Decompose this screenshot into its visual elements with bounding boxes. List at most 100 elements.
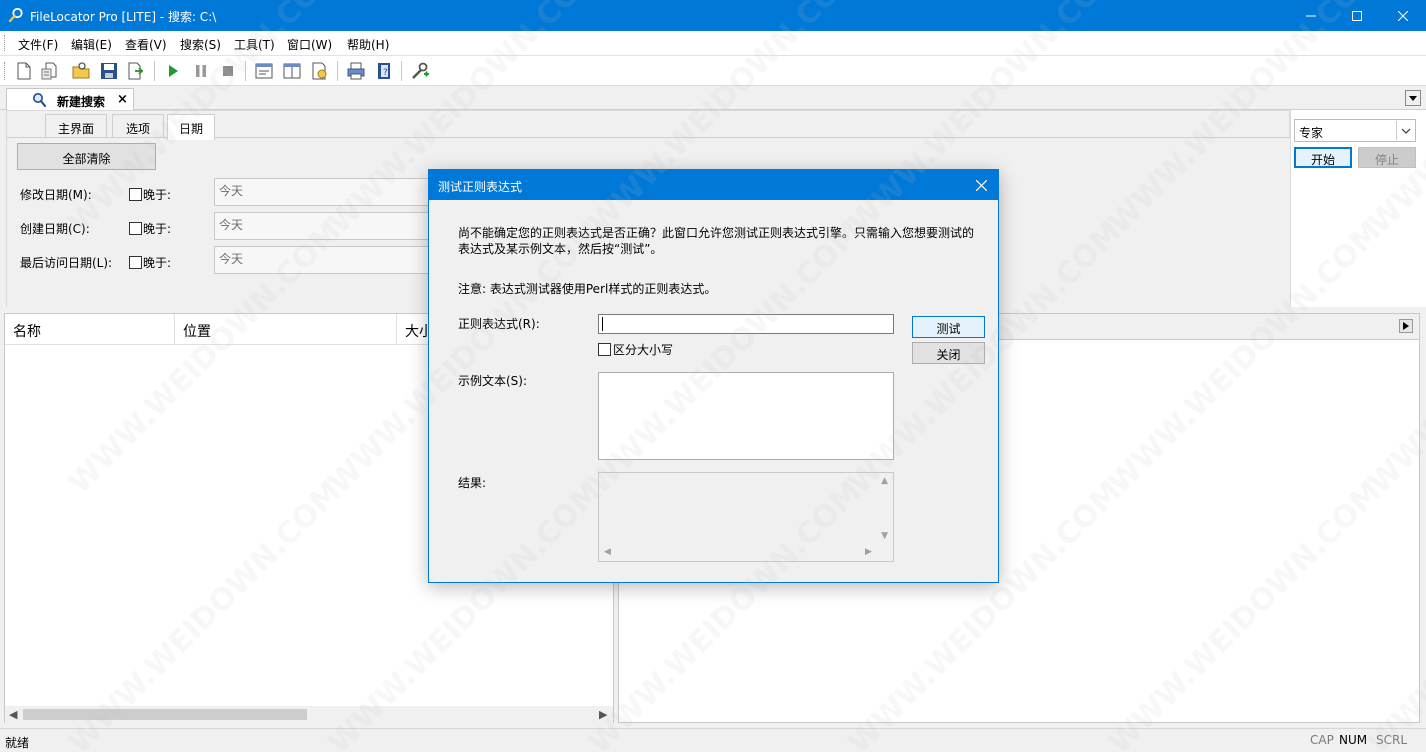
clear-all-button[interactable]: 全部清除 xyxy=(17,143,156,170)
scrollbar-thumb[interactable] xyxy=(23,709,307,720)
case-sensitive-checkbox[interactable] xyxy=(598,343,611,356)
dialog-intro-line2: 表达式及某示例文本，然后按“测试”。 xyxy=(458,242,663,256)
book-icon[interactable]: ? xyxy=(374,61,394,81)
layout-icon[interactable] xyxy=(282,61,302,81)
tools-icon[interactable] xyxy=(410,61,430,81)
regex-test-dialog: 测试正则表达式 尚不能确定您的正则表达式是否正确？此窗口允许您测试正则表达式引擎… xyxy=(428,169,999,583)
new-icon[interactable] xyxy=(14,61,34,81)
print-icon[interactable] xyxy=(346,61,366,81)
column-name[interactable]: 名称 xyxy=(5,314,175,345)
dialog-note: 注意: 表达式测试器使用Perl样式的正则表达式。 xyxy=(458,282,717,296)
modified-date-label: 修改日期(M): xyxy=(20,188,92,202)
tab-list-dropdown[interactable] xyxy=(1405,90,1421,106)
dialog-title: 测试正则表达式 xyxy=(438,180,523,194)
accessed-date-label: 最后访问日期(L): xyxy=(20,256,113,270)
result-text-area[interactable]: ▲ ▼ ◀ ▶ xyxy=(598,472,894,562)
modified-after-checkbox[interactable] xyxy=(129,188,142,201)
chevron-down-icon xyxy=(1409,95,1417,101)
start-button[interactable]: 开始 xyxy=(1294,147,1352,168)
minimize-button[interactable] xyxy=(1288,0,1334,31)
column-location[interactable]: 位置 xyxy=(175,314,397,345)
export-icon[interactable] xyxy=(126,61,146,81)
open-folder-icon[interactable] xyxy=(71,61,91,81)
menu-window[interactable]: 窗口(W) xyxy=(287,36,332,53)
toolbar-grip xyxy=(4,62,7,80)
toolbar-separator xyxy=(401,61,402,81)
tab-date[interactable]: 日期 xyxy=(167,114,215,140)
window-title: FileLocator Pro [LITE] - 搜索: C:\ xyxy=(30,10,217,24)
search-icon xyxy=(8,7,23,23)
scroll-up-icon[interactable]: ▲ xyxy=(881,476,888,486)
accessed-after-checkbox[interactable] xyxy=(129,256,142,269)
dialog-intro-line1: 尚不能确定您的正则表达式是否正确？此窗口允许您测试正则表达式引擎。只需输入您想要… xyxy=(458,226,975,240)
menu-search[interactable]: 搜索(S) xyxy=(180,36,221,53)
status-text: 就绪 xyxy=(5,736,30,750)
save-icon[interactable] xyxy=(99,61,119,81)
expand-right-icon[interactable] xyxy=(1399,319,1413,333)
minimize-icon xyxy=(1306,15,1316,16)
results-horizontal-scrollbar[interactable]: ◀ ▶ xyxy=(5,706,613,723)
dialog-close-btn[interactable]: 关闭 xyxy=(912,342,985,364)
menu-help[interactable]: 帮助(H) xyxy=(347,36,389,53)
sample-text-label: 示例文本(S): xyxy=(458,374,528,388)
search-mode-value: 专家 xyxy=(1299,126,1324,140)
start-icon[interactable] xyxy=(163,61,183,81)
result-label: 结果: xyxy=(458,476,487,490)
scroll-right-icon[interactable]: ▶ xyxy=(599,708,607,721)
scroll-right-icon[interactable]: ▶ xyxy=(865,547,872,557)
stop-icon[interactable] xyxy=(218,61,238,81)
accessed-after-label: 晚于: xyxy=(143,256,172,270)
test-button[interactable]: 测试 xyxy=(912,316,985,338)
svg-text:?: ? xyxy=(383,68,388,78)
tab-label: 新建搜索 xyxy=(57,95,106,109)
toolbar-separator xyxy=(154,61,155,81)
menu-grip xyxy=(4,35,7,51)
created-after-label: 晚于: xyxy=(143,222,172,236)
created-after-checkbox[interactable] xyxy=(129,222,142,235)
scroll-lock-indicator: SCRL xyxy=(1376,733,1408,747)
created-date-field[interactable]: 今天 xyxy=(214,212,429,240)
tab-options[interactable]: 选项 xyxy=(112,114,164,138)
close-icon xyxy=(975,179,987,191)
chevron-down-icon[interactable] xyxy=(1396,121,1414,140)
open-icon[interactable] xyxy=(40,61,60,81)
modified-after-label: 晚于: xyxy=(143,188,172,202)
menu-tools[interactable]: 工具(T) xyxy=(234,36,275,53)
close-button[interactable] xyxy=(1380,0,1426,31)
text-caret xyxy=(602,317,603,331)
view-icon[interactable] xyxy=(254,61,274,81)
maximize-icon xyxy=(1352,10,1362,21)
maximize-button[interactable] xyxy=(1334,0,1380,31)
close-icon xyxy=(1398,10,1408,21)
toolbar-separator xyxy=(245,61,246,81)
menu-bar: 文件(F) 编辑(E) 查看(V) 搜索(S) 工具(T) 窗口(W) 帮助(H… xyxy=(0,31,1426,56)
num-lock-indicator: NUM xyxy=(1339,733,1368,747)
toolbar: ? xyxy=(0,56,1426,86)
stop-button[interactable]: 停止 xyxy=(1358,147,1416,168)
menu-view[interactable]: 查看(V) xyxy=(125,36,167,53)
status-bar: 就绪 CAP NUM SCRL xyxy=(0,728,1426,752)
options-icon[interactable] xyxy=(310,61,330,81)
title-bar[interactable]: FileLocator Pro [LITE] - 搜索: C:\ xyxy=(0,0,1426,31)
menu-edit[interactable]: 编辑(E) xyxy=(71,36,112,53)
dialog-title-bar[interactable]: 测试正则表达式 xyxy=(429,170,998,200)
created-date-label: 创建日期(C): xyxy=(20,222,90,236)
tab-close-icon[interactable]: × xyxy=(117,92,128,107)
regex-label: 正则表达式(R): xyxy=(458,317,540,331)
pause-icon[interactable] xyxy=(191,61,211,81)
scroll-left-icon[interactable]: ◀ xyxy=(9,708,17,721)
tab-new-search[interactable]: 新建搜索 × xyxy=(6,88,134,111)
tab-main[interactable]: 主界面 xyxy=(45,114,107,138)
accessed-date-field[interactable]: 今天 xyxy=(214,246,429,274)
scroll-down-icon[interactable]: ▼ xyxy=(881,531,888,541)
modified-date-field[interactable]: 今天 xyxy=(214,178,429,206)
sample-text-area[interactable] xyxy=(598,372,894,460)
regex-input[interactable] xyxy=(598,314,894,334)
toolbar-separator xyxy=(337,61,338,81)
search-mode-select[interactable]: 专家 xyxy=(1294,119,1416,142)
caps-lock-indicator: CAP xyxy=(1310,733,1334,747)
menu-file[interactable]: 文件(F) xyxy=(18,36,58,53)
dialog-close-button[interactable] xyxy=(964,170,998,200)
scroll-left-icon[interactable]: ◀ xyxy=(604,547,611,557)
document-tab-strip: 新建搜索 × xyxy=(0,86,1426,111)
